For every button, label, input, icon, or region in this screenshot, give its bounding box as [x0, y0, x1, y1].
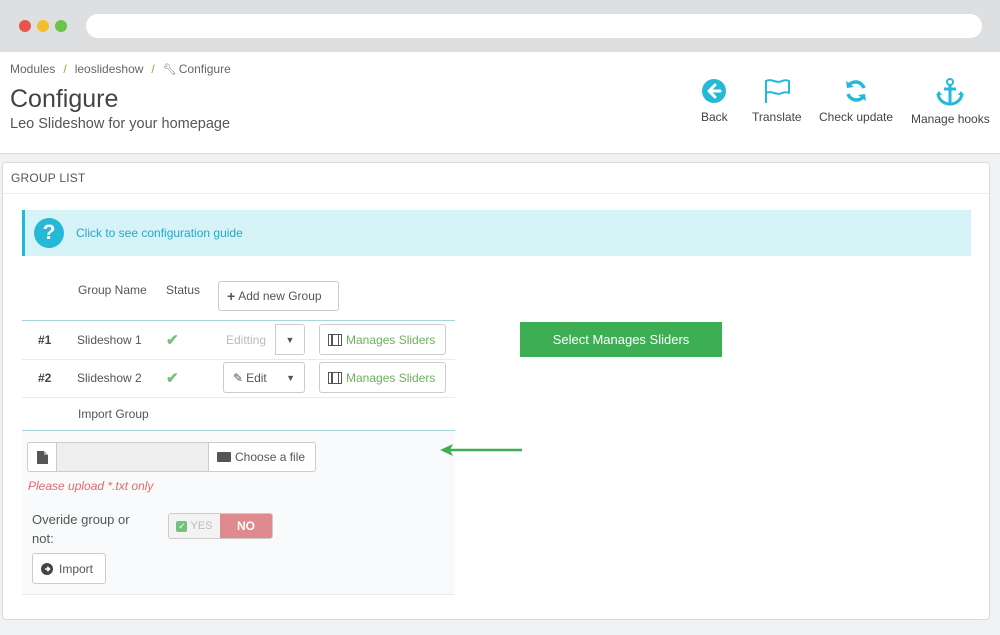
row-2-name: Slideshow 2	[77, 371, 142, 385]
maximize-window-dot[interactable]	[55, 20, 67, 32]
table-divider	[22, 320, 455, 321]
caret-down-icon: ▼	[285, 334, 295, 345]
translate-button[interactable]: Translate	[752, 78, 802, 124]
import-label: Import	[59, 561, 94, 576]
override-label: Overide group or not:	[32, 512, 130, 546]
file-path-input[interactable]	[56, 442, 209, 472]
browser-chrome	[0, 0, 1000, 52]
manage-hooks-label: Manage hooks	[911, 112, 990, 126]
row-2-id: #2	[38, 371, 52, 385]
arrow-left-circle-icon	[702, 79, 727, 103]
import-button[interactable]: Import	[32, 553, 106, 584]
configuration-guide-link[interactable]: Click to see configuration guide	[76, 226, 243, 240]
row-1-editing-label: Editting	[226, 332, 267, 347]
import-group-label: Import Group	[78, 407, 149, 421]
refresh-icon	[846, 80, 867, 102]
column-header-status: Status	[166, 283, 201, 297]
row-1-manages-sliders-label: Manages Sliders	[346, 332, 436, 347]
toggle-yes[interactable]: ✓ YES	[169, 514, 220, 538]
flag-icon	[764, 79, 790, 103]
folder-open-icon	[217, 452, 231, 462]
row-1-dropdown-toggle[interactable]: ▼	[275, 324, 305, 355]
back-button[interactable]: Back	[701, 78, 728, 124]
status-enabled-check-icon[interactable]: ✔	[166, 369, 179, 387]
configuration-guide-alert: ? Click to see configuration guide	[22, 210, 971, 256]
toggle-no-label: NO	[237, 519, 255, 533]
override-toggle[interactable]: ✓ YES NO	[168, 513, 273, 539]
page-header: Modules / leoslideshow / 🔧︎ Configure Configu…	[0, 52, 1000, 154]
file-icon	[37, 450, 48, 464]
column-header-group-name: Group Name	[78, 283, 147, 297]
page: Modules / leoslideshow / 🔧︎ Configure Configu…	[0, 52, 1000, 635]
manage-hooks-button[interactable]: Manage hooks	[911, 78, 990, 126]
plus-icon: +	[227, 288, 236, 304]
row-2-edit-label: Edit	[246, 370, 267, 385]
arrow-right-circle-icon	[41, 562, 53, 575]
file-icon-box	[27, 442, 57, 472]
upload-hint: Please upload *.txt only	[28, 479, 154, 493]
callout-arrow	[440, 444, 522, 456]
toggle-yes-label: YES	[190, 520, 213, 532]
callout-text: Select Manages Sliders	[552, 332, 690, 347]
breadcrumb-leoslideshow[interactable]: leoslideshow	[75, 62, 144, 76]
status-enabled-check-icon[interactable]: ✔	[166, 331, 179, 349]
film-icon	[328, 333, 342, 346]
pencil-icon: ✎	[233, 370, 244, 385]
caret-down-icon: ▼	[286, 372, 295, 383]
callout-select-manages-sliders: Select Manages Sliders	[520, 322, 722, 357]
breadcrumb: Modules / leoslideshow / 🔧︎ Configure	[10, 62, 231, 76]
row-2-manages-sliders-button[interactable]: Manages Sliders	[319, 362, 446, 393]
row-1-id: #1	[38, 333, 52, 347]
choose-file-label: Choose a file	[235, 450, 306, 464]
back-label: Back	[701, 110, 728, 124]
row-1-editing-button[interactable]: Editting	[223, 324, 275, 355]
page-title: Configure	[10, 85, 119, 113]
anchor-icon	[936, 78, 965, 106]
breadcrumb-configure: Configure	[178, 62, 231, 76]
add-new-group-label: Add new Group	[238, 289, 322, 303]
checkbox-icon: ✓	[176, 520, 188, 532]
address-bar[interactable]	[86, 14, 982, 38]
wrench-icon: 🔧︎	[162, 64, 177, 76]
toggle-no[interactable]: NO	[220, 514, 272, 538]
row-1-name: Slideshow 1	[77, 333, 142, 347]
minimize-window-dot[interactable]	[37, 20, 49, 32]
question-circle-icon: ?	[34, 218, 64, 248]
row-1-manages-sliders-button[interactable]: Manages Sliders	[319, 324, 446, 355]
page-subtitle: Leo Slideshow for your homepage	[10, 116, 231, 132]
check-update-button[interactable]: Check update	[819, 78, 893, 124]
row-2-manages-sliders-label: Manages Sliders	[346, 370, 436, 385]
row-divider	[22, 359, 455, 360]
close-window-dot[interactable]	[19, 20, 31, 32]
row-2-edit-button[interactable]: ✎ Edit ▼	[223, 362, 305, 393]
choose-file-button[interactable]: Choose a file	[208, 442, 316, 472]
group-list-panel: GROUP LIST ? Click to see configuration …	[2, 162, 990, 620]
translate-label: Translate	[752, 110, 802, 124]
film-icon	[328, 371, 342, 384]
add-new-group-button[interactable]: + Add new Group	[218, 281, 339, 311]
breadcrumb-modules[interactable]: Modules	[10, 62, 55, 76]
check-update-label: Check update	[819, 110, 894, 124]
row-divider	[22, 397, 455, 398]
panel-heading: GROUP LIST	[3, 163, 989, 194]
